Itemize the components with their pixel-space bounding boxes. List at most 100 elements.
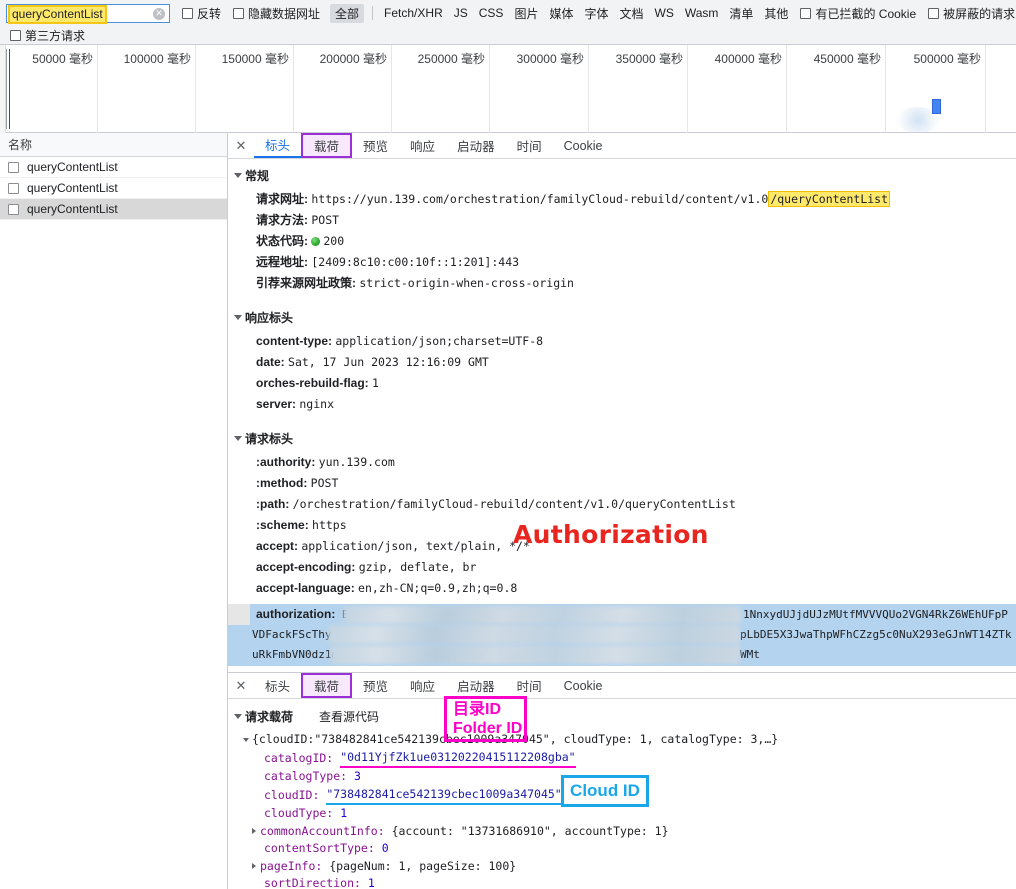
filter-input[interactable]: queryContentList ✕ <box>6 4 170 23</box>
json-key: cloudType: <box>264 805 333 823</box>
request-list-panel: 名称 queryContentList queryContentList que… <box>0 133 228 889</box>
blocked-requests-checkbox[interactable] <box>928 8 939 19</box>
request-name: queryContentList <box>27 160 118 174</box>
timeline-tick-7: 400000 毫秒 <box>688 45 787 133</box>
table-row[interactable]: queryContentList <box>0 157 227 178</box>
filter-type-img[interactable]: 图片 <box>514 5 538 22</box>
third-party-checkbox-group[interactable]: 第三方请求 <box>10 27 85 44</box>
filter-type-js[interactable]: JS <box>454 6 468 20</box>
tab-initiator[interactable]: 启动器 <box>446 673 506 698</box>
status-dot-green-icon <box>311 237 320 246</box>
row-checkbox-icon[interactable] <box>8 204 19 215</box>
tab-initiator[interactable]: 启动器 <box>446 133 506 158</box>
row-checkbox-icon[interactable] <box>8 183 19 194</box>
section-request-headers-header[interactable]: 请求标头 <box>228 430 1016 447</box>
invert-checkbox-group[interactable]: 反转 <box>182 5 221 22</box>
tab-payload[interactable]: 载荷 <box>301 133 352 158</box>
row-checkbox-icon[interactable] <box>8 162 19 173</box>
request-list-column-header[interactable]: 名称 <box>0 133 227 157</box>
tab-headers[interactable]: 标头 <box>254 673 301 698</box>
tab-preview[interactable]: 预览 <box>352 673 399 698</box>
chevron-down-icon[interactable] <box>234 714 242 719</box>
timeline-tick-label: 400000 毫秒 <box>715 50 782 67</box>
chevron-right-icon[interactable] <box>252 863 256 869</box>
request-name: queryContentList <box>27 181 118 195</box>
payload-entry-pageinfo[interactable]: pageInfo: {pageNum: 1, pageSize: 100} <box>228 858 1016 876</box>
close-icon[interactable]: ✕ <box>228 133 254 158</box>
tab-timing[interactable]: 时间 <box>506 133 553 158</box>
third-party-checkbox[interactable] <box>10 30 21 41</box>
timeline-tick-5: 300000 毫秒 <box>490 45 589 133</box>
column-header-name: 名称 <box>8 136 32 153</box>
tab-preview[interactable]: 预览 <box>352 133 399 158</box>
blocked-requests-checkbox-group[interactable]: 被屏蔽的请求 <box>928 5 1015 22</box>
authorization-header-row[interactable]: authorization: Basic cGI VDFackFScThycnR… <box>228 604 1016 666</box>
payload-root-suffix: , cloudType: 1, catalogType: 3,…} <box>550 731 778 749</box>
header-name: date: <box>256 355 285 369</box>
section-request-headers: 请求标头 :authority: yun.139.com :method: PO… <box>228 430 1016 599</box>
filter-toolbar-row-primary: queryContentList ✕ 反转 隐藏数据网址 全部 Fetch/XH… <box>0 0 1016 26</box>
section-response-headers-header[interactable]: 响应标头 <box>228 309 1016 326</box>
third-party-label: 第三方请求 <box>25 27 85 44</box>
tab-headers[interactable]: 标头 <box>254 133 301 158</box>
filter-type-css[interactable]: CSS <box>479 6 504 20</box>
close-icon[interactable]: ✕ <box>228 673 254 698</box>
tab-response[interactable]: 响应 <box>399 133 446 158</box>
tab-response[interactable]: 响应 <box>399 673 446 698</box>
filter-type-ws[interactable]: WS <box>655 6 674 20</box>
json-value: {pageNum: 1, pageSize: 100} <box>329 858 516 876</box>
chevron-right-icon[interactable] <box>252 828 256 834</box>
invert-checkbox[interactable] <box>182 8 193 19</box>
headers-detail-pane: ✕ 标头 载荷 预览 响应 启动器 时间 Cookie 常规 请求网址: htt… <box>228 133 1016 670</box>
general-remote-address-row: 远程地址: [2409:8c10:c00:10f::1:201]:443 <box>228 252 1016 273</box>
network-timeline-overview[interactable]: 50000 毫秒 100000 毫秒 150000 毫秒 200000 毫秒 2… <box>0 45 1016 133</box>
filter-type-wasm[interactable]: Wasm <box>685 6 719 20</box>
header-name: server: <box>256 397 296 411</box>
json-value: 1 <box>368 875 375 889</box>
blocked-cookies-checkbox-group[interactable]: 有已拦截的 Cookie <box>800 5 916 22</box>
payload-entry-sortdirection: sortDirection: 1 <box>228 875 1016 889</box>
filter-type-font[interactable]: 字体 <box>584 5 608 22</box>
timeline-tick-6: 350000 毫秒 <box>589 45 688 133</box>
payload-root-line[interactable]: {cloudID: "738482841ce542139cbec1009a347… <box>228 731 1016 749</box>
tab-cookies[interactable]: Cookie <box>553 673 614 698</box>
filter-type-all[interactable]: 全部 <box>330 4 364 23</box>
payload-entry-commonaccountinfo[interactable]: commonAccountInfo: {account: "1373168691… <box>228 823 1016 841</box>
filter-type-manifest[interactable]: 清单 <box>729 5 753 22</box>
hide-data-urls-checkbox-group[interactable]: 隐藏数据网址 <box>233 5 320 22</box>
request-url-value: https://yun.139.com/orchestration/family… <box>311 192 768 206</box>
header-name: orches-rebuild-flag: <box>256 376 369 390</box>
timeline-request-bar[interactable] <box>932 99 941 114</box>
headers-tabbar: ✕ 标头 载荷 预览 响应 启动器 时间 Cookie <box>228 133 1016 159</box>
request-header-row: accept-language: en,zh-CN;q=0.9,zh;q=0.8 <box>228 578 1016 599</box>
tab-payload[interactable]: 载荷 <box>301 673 352 698</box>
clear-circle-icon[interactable]: ✕ <box>153 8 165 20</box>
tab-cookies[interactable]: Cookie <box>553 133 614 158</box>
view-source-button[interactable]: 查看源代码 <box>319 708 379 725</box>
section-general-header[interactable]: 常规 <box>228 167 1016 184</box>
network-filter-toolbar: queryContentList ✕ 反转 隐藏数据网址 全部 Fetch/XH… <box>0 0 1016 45</box>
authorization-line1-end: 1NnxydUJjdUJzMUtfMVVVQUo2VGN4RkZ6WEhUFpP <box>743 608 1008 621</box>
json-value: {account: "13731686910", accountType: 1} <box>392 823 669 841</box>
request-name: queryContentList <box>27 202 118 216</box>
authorization-line2-end: pLbDE5X3JwaThpWFhCZzg5c0NuX293eGJnWT14ZT… <box>740 628 1012 641</box>
filter-type-doc[interactable]: 文档 <box>619 5 643 22</box>
blocked-cookies-checkbox[interactable] <box>800 8 811 19</box>
chevron-down-icon[interactable] <box>234 173 242 178</box>
table-row[interactable]: queryContentList <box>0 199 227 220</box>
hide-data-urls-checkbox[interactable] <box>233 8 244 19</box>
filter-type-fetch-xhr[interactable]: Fetch/XHR <box>384 6 443 20</box>
table-row[interactable]: queryContentList <box>0 178 227 199</box>
chevron-down-icon[interactable] <box>234 315 242 320</box>
chevron-expanded-icon[interactable] <box>243 738 249 742</box>
filter-type-media[interactable]: 媒体 <box>549 5 573 22</box>
json-key: commonAccountInfo: <box>260 823 385 841</box>
section-request-payload-header[interactable]: 请求载荷 <box>234 708 293 725</box>
timeline-tick-label: 100000 毫秒 <box>124 50 191 67</box>
chevron-down-icon[interactable] <box>234 436 242 441</box>
response-header-row: orches-rebuild-flag: 1 <box>228 373 1016 394</box>
filter-type-other[interactable]: 其他 <box>764 5 788 22</box>
tab-timing[interactable]: 时间 <box>506 673 553 698</box>
header-value: Sat, 17 Jun 2023 12:16:09 GMT <box>288 355 489 369</box>
status-code-value: 200 <box>323 234 344 248</box>
